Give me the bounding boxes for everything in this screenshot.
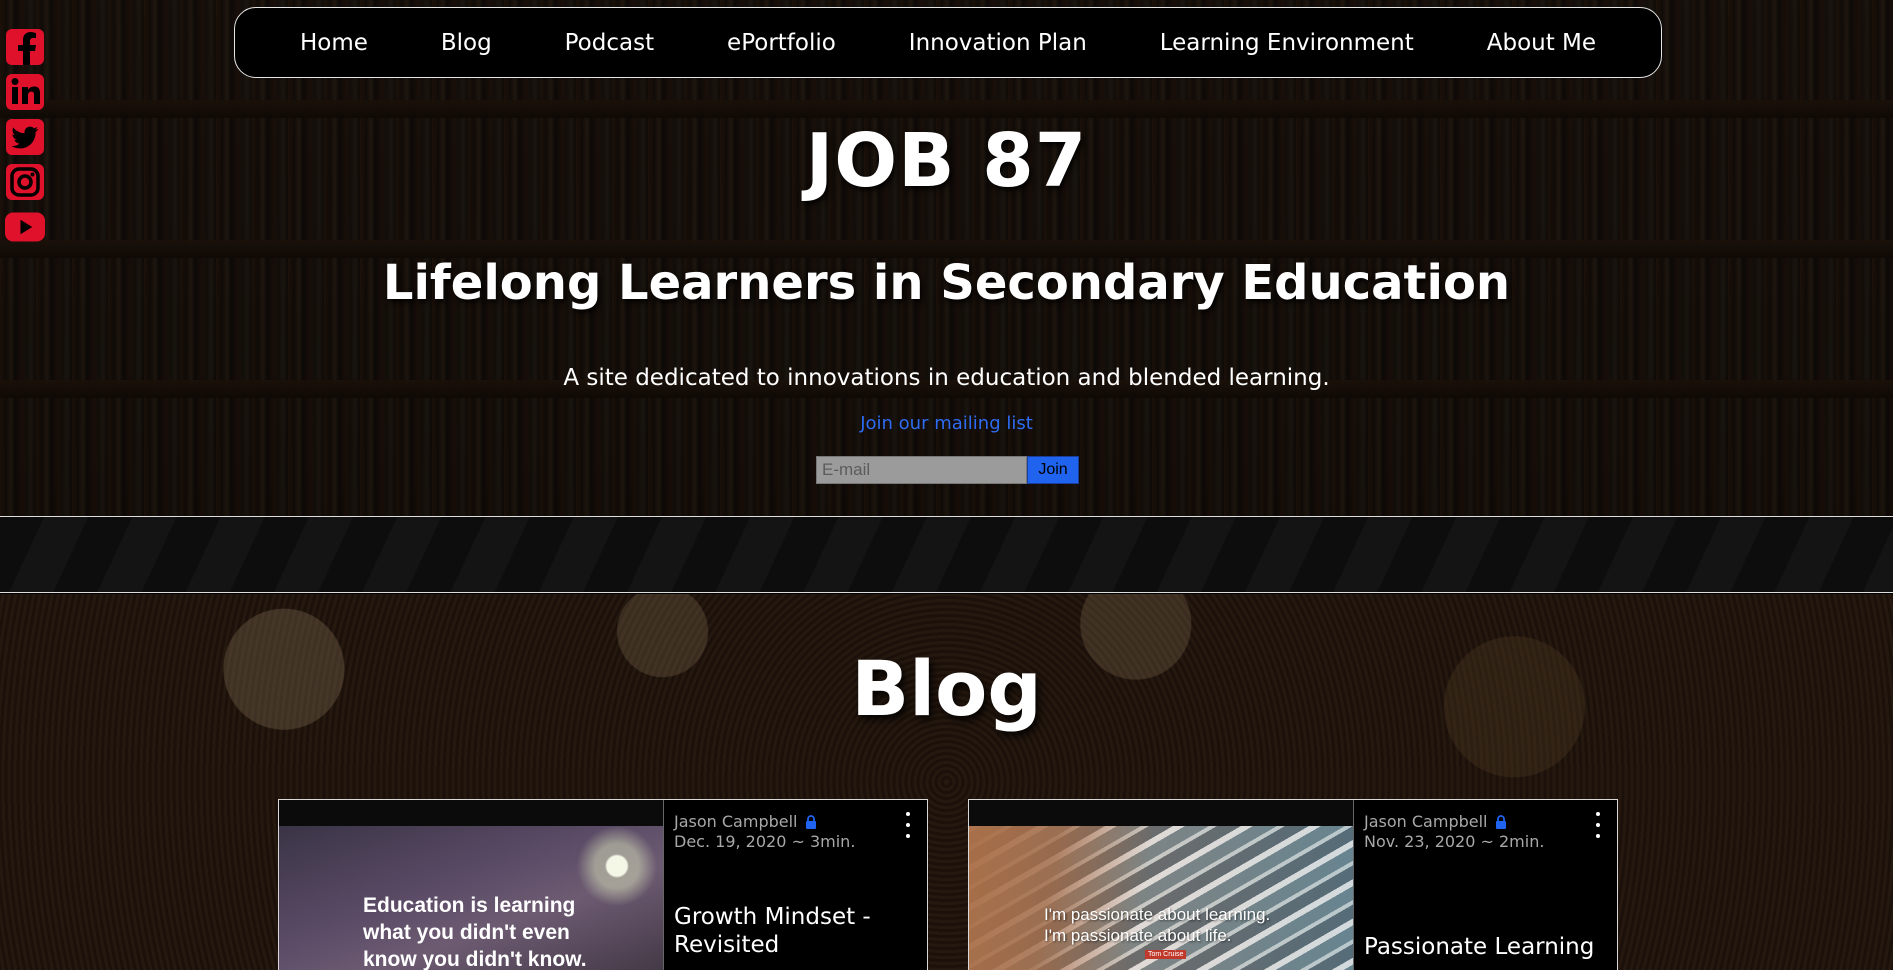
nav-learning-environment[interactable]: Learning Environment xyxy=(1152,24,1422,62)
post-cover-image[interactable]: I'm passionate about learning. I'm passio… xyxy=(969,800,1354,970)
youtube-icon[interactable] xyxy=(5,208,45,246)
twitter-icon[interactable] xyxy=(5,118,45,156)
nav-podcast[interactable]: Podcast xyxy=(557,24,662,62)
instagram-icon[interactable] xyxy=(5,163,45,201)
join-button[interactable]: Join xyxy=(1027,456,1079,484)
main-nav: Home Blog Podcast ePortfolio Innovation … xyxy=(234,7,1662,78)
post-author-row: Jason Campbell xyxy=(674,812,917,831)
cover-background xyxy=(969,826,1353,970)
blog-heading: Blog xyxy=(851,644,1042,733)
more-options-icon[interactable] xyxy=(1593,812,1603,838)
email-field[interactable] xyxy=(816,456,1027,484)
section-divider xyxy=(0,516,1893,593)
blog-post-card[interactable]: Education is learning what you didn't eve… xyxy=(278,799,928,970)
post-title[interactable]: Passionate Learning xyxy=(1364,933,1607,961)
lock-icon xyxy=(1495,814,1507,829)
mailing-list-link[interactable]: Join our mailing list xyxy=(0,413,1893,434)
post-meta: Jason Campbell Dec. 19, 2020 ~ 3min. Gro… xyxy=(664,800,927,970)
image-top-bar xyxy=(969,800,1353,826)
social-links xyxy=(5,28,51,246)
image-top-bar xyxy=(279,800,663,826)
post-cover-image[interactable]: Education is learning what you didn't eve… xyxy=(279,800,664,970)
hero-section: Home Blog Podcast ePortfolio Innovation … xyxy=(0,0,1893,516)
site-title: JOB 87 xyxy=(805,118,1088,204)
post-date: Dec. 19, 2020 ~ 3min. xyxy=(674,832,856,851)
post-date: Nov. 23, 2020 ~ 2min. xyxy=(1364,832,1545,851)
cover-quote: I'm passionate about learning. I'm passio… xyxy=(1044,905,1271,945)
blog-section: Blog Education is learning what you didn'… xyxy=(0,594,1893,970)
post-author-row: Jason Campbell xyxy=(1364,812,1607,831)
post-author[interactable]: Jason Campbell xyxy=(1364,812,1487,831)
post-meta: Jason Campbell Nov. 23, 2020 ~ 2min. Pas… xyxy=(1354,800,1617,970)
site-tagline: A site dedicated to innovations in educa… xyxy=(563,365,1330,391)
post-author[interactable]: Jason Campbell xyxy=(674,812,797,831)
cover-credit: Tom Cruise xyxy=(1145,950,1187,959)
blog-post-card[interactable]: I'm passionate about learning. I'm passio… xyxy=(968,799,1618,970)
lock-icon xyxy=(805,814,817,829)
nav-eportfolio[interactable]: ePortfolio xyxy=(719,24,844,62)
linkedin-icon[interactable] xyxy=(5,73,45,111)
nav-about-me[interactable]: About Me xyxy=(1479,24,1604,62)
more-options-icon[interactable] xyxy=(903,812,913,838)
site-subtitle: Lifelong Learners in Secondary Education xyxy=(382,255,1511,311)
nav-home[interactable]: Home xyxy=(292,24,376,62)
facebook-icon[interactable] xyxy=(5,28,45,66)
nav-innovation-plan[interactable]: Innovation Plan xyxy=(901,24,1095,62)
nav-blog[interactable]: Blog xyxy=(433,24,500,62)
mailing-signup-form: Join xyxy=(816,456,1079,484)
post-title[interactable]: Growth Mindset - Revisited xyxy=(674,903,917,959)
cover-quote: Education is learning what you didn't eve… xyxy=(363,894,587,970)
